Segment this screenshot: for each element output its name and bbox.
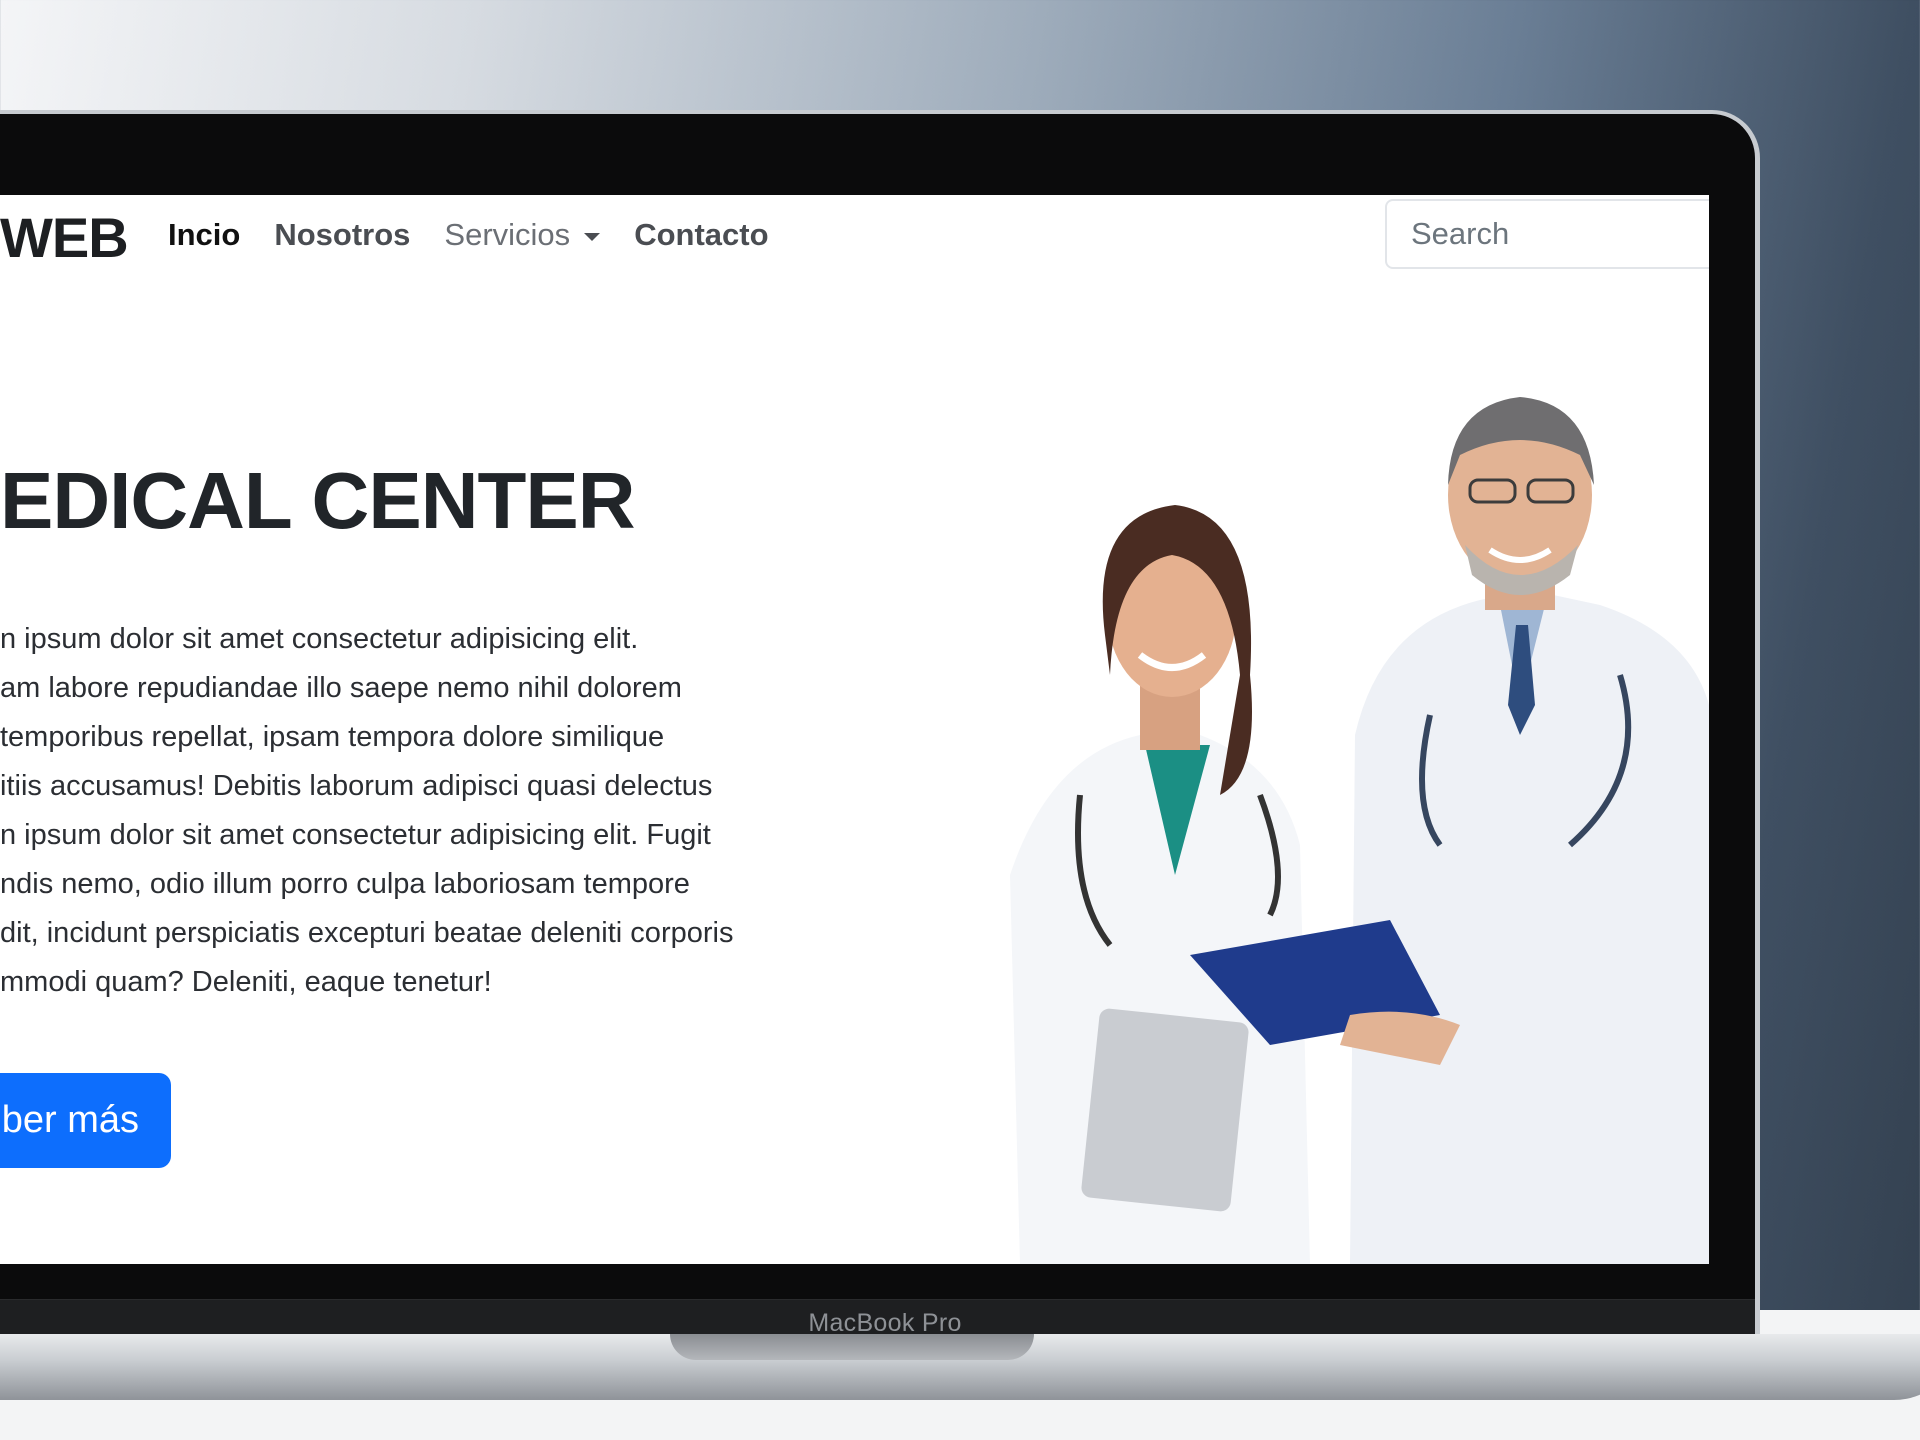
nav-dropdown-servicios[interactable]: Servicios <box>444 217 601 253</box>
navbar: WEB Incio Nosotros Servicios Contacto <box>0 195 1709 279</box>
nav-dropdown-label: Servicios <box>444 217 571 252</box>
nav-link-nosotros[interactable]: Nosotros <box>274 217 410 253</box>
nav-links: Incio Nosotros Servicios Contacto <box>168 217 769 253</box>
website-screen: WEB Incio Nosotros Servicios Contacto ED… <box>0 195 1709 1264</box>
doctors-photo <box>1010 397 1709 1264</box>
paragraph-line: am labore repudiandae illo saepe nemo ni… <box>0 672 682 704</box>
paragraph-line: temporibus repellat, ipsam tempora dolor… <box>0 721 665 753</box>
brand-logo[interactable]: WEB <box>0 205 129 270</box>
paragraph-line: n ipsum dolor sit amet consectetur adipi… <box>0 819 711 851</box>
hero-title: EDICAL CENTER <box>0 456 635 545</box>
female-doctor-figure <box>1010 505 1310 1264</box>
laptop-notch <box>670 1334 1034 1360</box>
nav-link-contacto[interactable]: Contacto <box>634 217 768 253</box>
male-doctor-figure <box>1350 397 1709 1264</box>
paragraph-line: itiis accusamus! Debitis laborum adipisc… <box>0 770 713 802</box>
hero-paragraph: n ipsum dolor sit amet consectetur adipi… <box>0 615 820 1007</box>
caret-down-icon <box>584 232 601 241</box>
paragraph-line: n ipsum dolor sit amet consectetur adipi… <box>0 623 639 655</box>
saber-mas-button[interactable]: ber más <box>0 1073 171 1168</box>
paragraph-line: dit, incidunt perspiciatis excepturi bea… <box>0 917 734 949</box>
paragraph-line: mmodi quam? Deleniti, eaque tenetur! <box>0 966 492 998</box>
nav-link-incio[interactable]: Incio <box>168 217 240 253</box>
search-input[interactable] <box>1385 199 1709 269</box>
paragraph-line: ndis nemo, odio illum porro culpa labori… <box>0 868 690 900</box>
